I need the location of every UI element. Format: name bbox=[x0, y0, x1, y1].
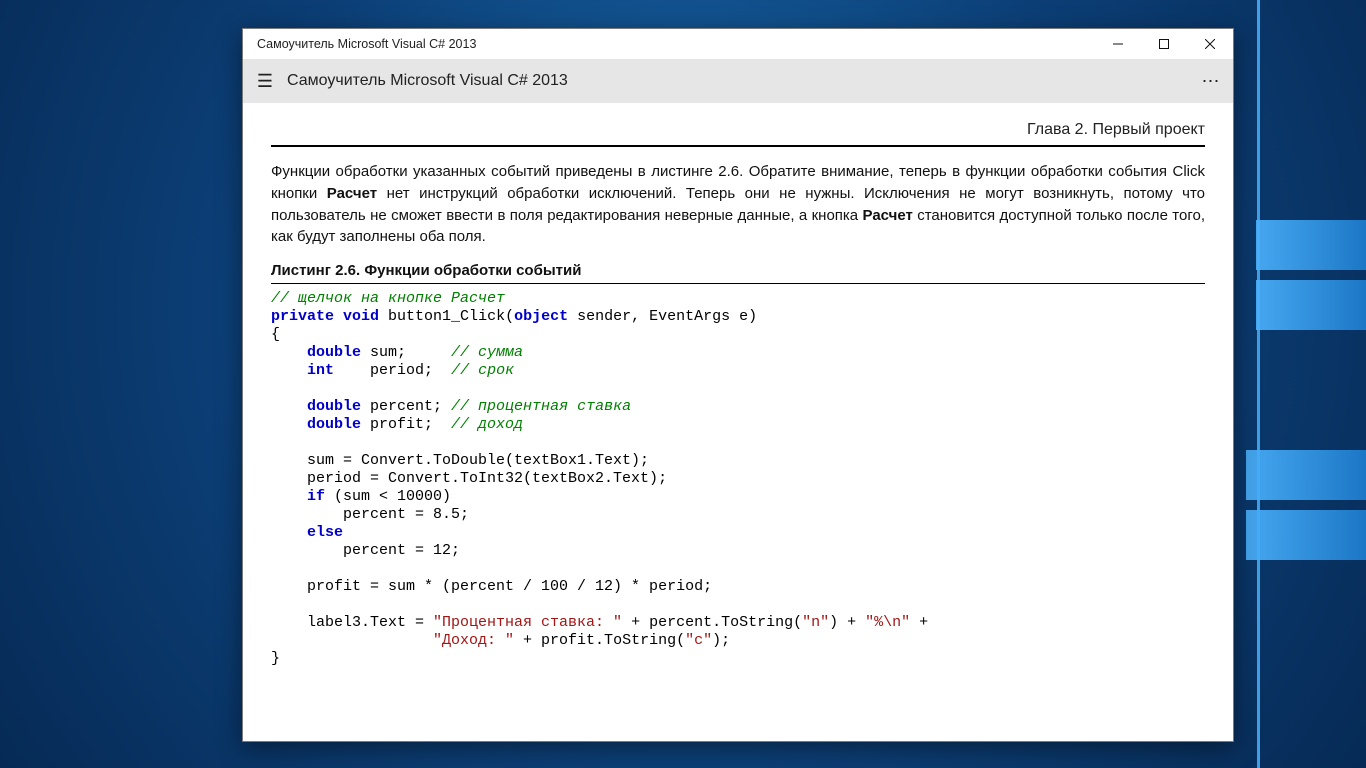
code-text: + bbox=[910, 614, 928, 631]
code-text: { bbox=[271, 326, 280, 343]
code-text: label3.Text = bbox=[271, 614, 433, 631]
reader-window: Самоучитель Microsoft Visual C# 2013 ☰ С… bbox=[242, 28, 1234, 742]
keyword: double bbox=[307, 398, 361, 415]
keyword: private bbox=[271, 308, 334, 325]
comment: // доход bbox=[451, 416, 523, 433]
code-text: ); bbox=[712, 632, 730, 649]
comment: // щелчок на кнопке Расчет bbox=[271, 290, 505, 307]
listing-title: Листинг 2.6. Функции обработки событий bbox=[271, 262, 1205, 284]
code-text: sum; bbox=[361, 344, 451, 361]
keyword: int bbox=[307, 362, 334, 379]
reader-toolbar: ☰ Самоучитель Microsoft Visual C# 2013 ⋯ bbox=[243, 59, 1233, 103]
code-text: period; bbox=[334, 362, 451, 379]
desktop-background: Самоучитель Microsoft Visual C# 2013 ☰ С… bbox=[0, 0, 1366, 768]
code-text: + profit.ToString( bbox=[514, 632, 685, 649]
minimize-button[interactable] bbox=[1095, 29, 1141, 59]
code-text: + percent.ToString( bbox=[622, 614, 802, 631]
wallpaper-accent bbox=[1246, 450, 1366, 500]
code-text: (sum < 10000) bbox=[325, 488, 451, 505]
keyword: double bbox=[307, 344, 361, 361]
string: "Доход: " bbox=[433, 632, 514, 649]
string: "Процентная ставка: " bbox=[433, 614, 622, 631]
window-title: Самоучитель Microsoft Visual C# 2013 bbox=[243, 37, 1095, 51]
chapter-heading: Глава 2. Первый проект bbox=[271, 117, 1205, 147]
keyword: else bbox=[307, 524, 343, 541]
string: "n" bbox=[802, 614, 829, 631]
more-icon[interactable]: ⋯ bbox=[1189, 71, 1233, 92]
body-paragraph: Функции обработки указанных событий прив… bbox=[271, 161, 1205, 248]
code-text: sum = Convert.ToDouble(textBox1.Text); bbox=[271, 452, 649, 469]
code-listing: // щелчок на кнопке Расчет private void … bbox=[271, 290, 1205, 668]
code-text: percent; bbox=[361, 398, 451, 415]
code-text: ) + bbox=[829, 614, 865, 631]
book-title: Самоучитель Microsoft Visual C# 2013 bbox=[287, 72, 568, 90]
code-text: profit = sum * (percent / 100 / 12) * pe… bbox=[271, 578, 712, 595]
keyword: void bbox=[343, 308, 379, 325]
wallpaper-accent bbox=[1246, 510, 1366, 560]
close-button[interactable] bbox=[1187, 29, 1233, 59]
window-titlebar[interactable]: Самоучитель Microsoft Visual C# 2013 bbox=[243, 29, 1233, 59]
comment: // процентная ставка bbox=[451, 398, 631, 415]
code-text: } bbox=[271, 650, 280, 667]
comment: // сумма bbox=[451, 344, 523, 361]
keyword: object bbox=[514, 308, 568, 325]
string: "%\n" bbox=[865, 614, 910, 631]
code-text: sender, EventArgs e) bbox=[568, 308, 757, 325]
bold: Расчет bbox=[327, 185, 377, 202]
code-text: percent = 8.5; bbox=[271, 506, 469, 523]
keyword: if bbox=[307, 488, 325, 505]
maximize-button[interactable] bbox=[1141, 29, 1187, 59]
code-text: percent = 12; bbox=[271, 542, 460, 559]
code-text: profit; bbox=[361, 416, 451, 433]
bold: Расчет bbox=[863, 207, 913, 224]
code-text: period = Convert.ToInt32(textBox2.Text); bbox=[271, 470, 667, 487]
keyword: double bbox=[307, 416, 361, 433]
string: "c" bbox=[685, 632, 712, 649]
code-text: button1_Click( bbox=[379, 308, 514, 325]
comment: // срок bbox=[451, 362, 514, 379]
wallpaper-accent bbox=[1256, 220, 1366, 270]
code-text bbox=[271, 632, 433, 649]
wallpaper-accent bbox=[1256, 280, 1366, 330]
page-content: Глава 2. Первый проект Функции обработки… bbox=[243, 103, 1233, 741]
toc-icon[interactable]: ☰ bbox=[243, 71, 287, 92]
